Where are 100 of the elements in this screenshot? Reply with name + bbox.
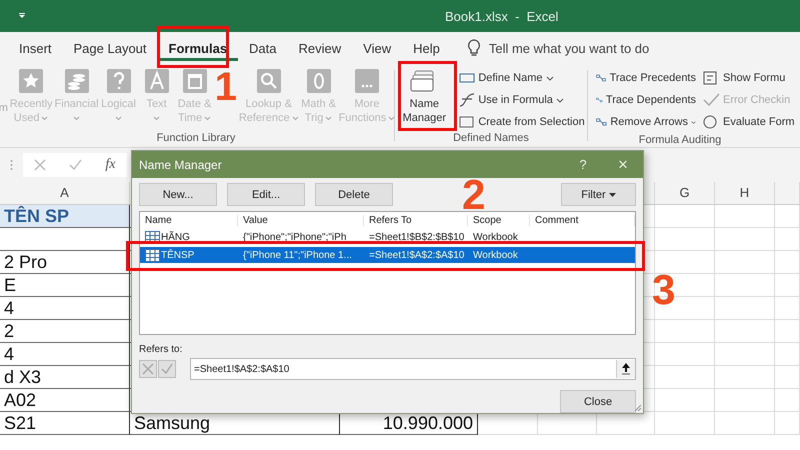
table-cell	[655, 320, 715, 343]
check-icon[interactable]	[69, 159, 82, 171]
group-label: Formula Auditing	[638, 134, 722, 148]
table-cell	[655, 389, 715, 412]
lightbulb-icon	[466, 39, 481, 57]
ribbon-tab[interactable]: Help	[402, 35, 451, 61]
table-cell	[715, 274, 775, 297]
table-cell	[655, 343, 715, 366]
ribbon-tab[interactable]: Insert	[8, 35, 63, 61]
table-cell	[715, 412, 775, 435]
ribbon-item[interactable]: Define Name	[457, 68, 587, 88]
table-cell	[715, 343, 775, 366]
highlight-frame	[398, 61, 457, 131]
insert-function-button[interactable]: fx	[105, 157, 116, 173]
label-icon	[459, 71, 476, 85]
ribbon-tab[interactable]: Formulas	[158, 35, 238, 61]
table-cell	[715, 320, 775, 343]
check-icon[interactable]	[158, 360, 176, 378]
name-manager-button[interactable]: Name Manager	[395, 68, 454, 125]
dialog-title: Name Manager	[139, 158, 222, 172]
column-header: Refers To	[364, 215, 468, 226]
window-title: Book1.xlsx - Excel	[445, 8, 558, 24]
step-number: 1	[214, 70, 237, 104]
checkmark-icon	[702, 93, 720, 107]
ribbon-item[interactable]: Remove Arrows	[594, 112, 698, 132]
table-cell	[775, 343, 800, 366]
table-cell	[655, 412, 715, 435]
ribbon-tab[interactable]: Page Layout	[62, 35, 158, 61]
ribbon-item[interactable]: Trace Dependents	[594, 90, 698, 110]
table-cell: 4	[0, 343, 130, 366]
name-row[interactable]: TÊNSP {"iPhone 11";"iPhone 1... =Sheet1!$A$2:$A$10 Workbook	[140, 247, 635, 263]
table-cell: S21	[0, 412, 130, 435]
table-cell: TÊN SP	[0, 205, 130, 228]
table-cell	[715, 205, 775, 228]
table-cell	[715, 251, 775, 274]
ribbon-tab[interactable]: Review	[288, 35, 352, 61]
column-header: H	[715, 182, 775, 204]
table-cell	[655, 366, 715, 389]
caret-icon	[608, 192, 616, 196]
table-cell	[655, 251, 715, 274]
table-cell	[775, 389, 800, 412]
table-cell	[775, 412, 800, 435]
theta-icon	[306, 68, 332, 94]
table-cell	[775, 228, 800, 251]
ribbon-tab[interactable]: View	[352, 35, 402, 61]
filter-button[interactable]: Filter	[561, 183, 636, 206]
question-mark-icon	[106, 68, 132, 94]
column-header: A	[0, 182, 130, 204]
dialog-button[interactable]: Edit...	[227, 183, 305, 206]
grip-icon	[10, 159, 13, 171]
highlight-frame	[157, 26, 229, 68]
magnifier-icon	[256, 68, 282, 94]
dialog-button[interactable]: New...	[139, 183, 217, 206]
column-header: Comment	[530, 215, 635, 226]
ribbon-item[interactable]: Create from Selection	[457, 112, 587, 132]
dropdown-icon[interactable]	[18, 13, 26, 19]
table-cell	[775, 320, 800, 343]
column-header: Name	[140, 215, 238, 226]
close-button[interactable]: Close	[560, 390, 636, 413]
table-cell: 2 Pro	[0, 251, 130, 274]
table-cell: d X3	[0, 366, 130, 389]
table-cell	[715, 389, 775, 412]
calendar-icon	[182, 68, 208, 94]
table-cell	[775, 297, 800, 320]
step-number: 3	[652, 272, 676, 308]
table-cell	[775, 274, 800, 297]
table-cell	[775, 251, 800, 274]
column-header: G	[655, 182, 715, 204]
group-label: Function Library	[156, 132, 236, 146]
ribbon-item[interactable]: Show Formu	[700, 68, 800, 88]
table-cell: 2	[0, 320, 130, 343]
cancel-icon[interactable]	[139, 360, 157, 378]
ribbon-item[interactable]: Trace Precedents	[594, 68, 698, 88]
dots-icon	[354, 68, 380, 94]
coins-icon	[64, 68, 90, 94]
table-cell	[775, 366, 800, 389]
table-cell: A02	[0, 389, 130, 412]
ribbon-item[interactable]: Use in Formula	[457, 90, 587, 110]
table-cell: E	[0, 274, 130, 297]
group-label: Defined Names	[453, 132, 529, 146]
ribbon-item[interactable]: Evaluate Form	[700, 112, 800, 132]
function-icon	[459, 93, 476, 107]
letter-icon	[144, 68, 170, 94]
table-cell: 4	[0, 297, 130, 320]
resize-grip-icon[interactable]	[632, 402, 642, 412]
ribbon-tab[interactable]: Data	[238, 35, 288, 61]
refers-to-label: Refers to:	[139, 344, 184, 355]
table-cell	[655, 228, 715, 251]
column-header: Value	[238, 215, 364, 226]
tell-me-field[interactable]: Tell me what you want to do	[488, 40, 650, 56]
table-cell	[715, 366, 775, 389]
table-icon	[459, 115, 476, 129]
cancel-icon[interactable]	[34, 159, 46, 171]
name-row[interactable]: HÃNG {"iPhone";"iPhone";"iPh =Sheet1!$B$2:$B$10 Workbook	[140, 229, 635, 245]
step-number: 2	[462, 177, 486, 213]
refers-to-field[interactable]: =Sheet1!$A$2:$A$10	[191, 364, 290, 374]
column-header: Scope	[468, 215, 530, 226]
dialog-button[interactable]: Delete	[315, 183, 393, 206]
table-cell	[715, 297, 775, 320]
table-icon	[145, 248, 160, 262]
